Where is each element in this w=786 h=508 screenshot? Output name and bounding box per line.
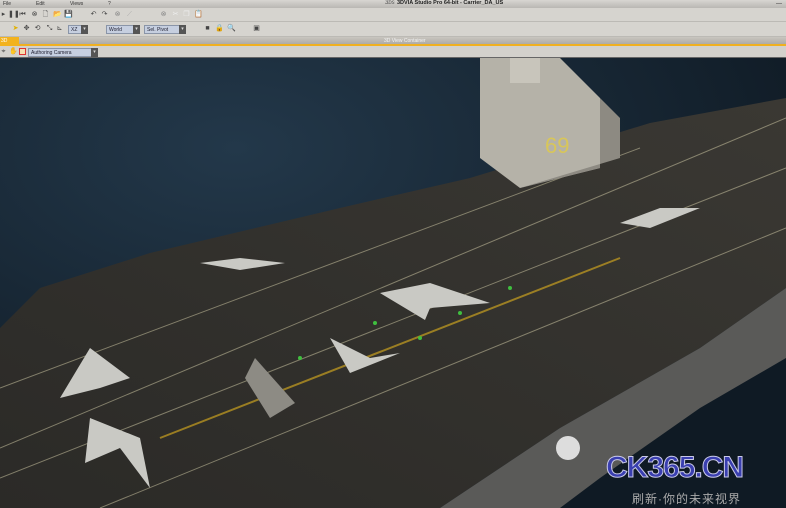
hull-number: 69: [545, 133, 569, 158]
title-bar: File Edit Views ? 3ᴅs 3DVIA Studio Pro 6…: [0, 0, 786, 8]
frame-icon[interactable]: [19, 48, 26, 55]
3d-viewport[interactable]: 69: [0, 58, 786, 508]
transform-icon[interactable]: ⟋: [126, 11, 133, 18]
scale-icon[interactable]: ⤡: [46, 25, 53, 32]
toolbar-main: ▸ ❚❚ ⏮ ⊗ 🗋 📂 💾 ↶ ↷ ⊗ ⟋ ⊗ ✂ ❐ 📋: [0, 8, 786, 22]
chevron-down-icon[interactable]: ▾: [133, 25, 140, 34]
new-file-icon[interactable]: 🗋: [42, 11, 49, 18]
camera-icon[interactable]: ⌖: [0, 48, 7, 55]
watermark-subtitle: 刷新·你的未来视界: [632, 492, 741, 506]
select-icon[interactable]: ➤: [12, 25, 19, 32]
menu-help[interactable]: ?: [108, 1, 111, 7]
move-icon[interactable]: ✥: [23, 25, 30, 32]
tab-3d-view[interactable]: 3D View: [0, 37, 19, 53]
copy-icon[interactable]: ❐: [183, 11, 190, 18]
menu-edit[interactable]: Edit: [36, 1, 45, 7]
navigate-icon[interactable]: ✋: [9, 48, 18, 55]
undo-icon[interactable]: ↶: [90, 11, 97, 18]
cube-icon[interactable]: ■: [204, 25, 211, 32]
cut-icon[interactable]: ✂: [172, 11, 179, 18]
menu-views[interactable]: Views: [70, 1, 83, 7]
toolbar-transform: ➤ ✥ ⟲ ⤡ ⊾ XZ ▾ World ▾ Sel. Pivot ▾ ■ 🔒 🔍 ▣: [0, 22, 786, 37]
pivot-select[interactable]: Sel. Pivot ▾: [144, 25, 186, 34]
camera-select[interactable]: Authoring Camera ▾: [28, 48, 98, 57]
camera-toolbar: ⌖ ✋ Authoring Camera ▾: [0, 46, 786, 58]
open-folder-icon[interactable]: 📂: [53, 11, 62, 18]
stop-icon[interactable]: ⊗: [31, 11, 38, 18]
play-icon[interactable]: ▸: [0, 11, 7, 18]
axis-value: XZ: [71, 27, 78, 33]
minimize-button[interactable]: —: [776, 1, 782, 7]
paste-icon[interactable]: 📋: [194, 11, 203, 18]
grid-icon[interactable]: ▣: [253, 25, 260, 32]
window-title: 3DVIA Studio Pro 64-bit - Carrier_DA_US: [397, 0, 504, 6]
zoom-icon[interactable]: 🔍: [227, 25, 236, 32]
axis-select[interactable]: XZ ▾: [68, 25, 88, 34]
lock-icon[interactable]: 🔒: [215, 25, 224, 32]
chevron-down-icon[interactable]: ▾: [81, 25, 88, 34]
pivot-value: Sel. Pivot: [147, 27, 169, 33]
pause-icon[interactable]: ❚❚: [8, 11, 20, 18]
save-icon[interactable]: 💾: [64, 11, 73, 18]
menu-file[interactable]: File: [3, 1, 11, 7]
radar-dome: [556, 436, 580, 460]
chevron-down-icon[interactable]: ▾: [179, 25, 186, 34]
watermark-logo: CK365.CN: [605, 451, 744, 485]
snap-icon[interactable]: ⊾: [56, 25, 63, 32]
3ds-logo-icon: 3ᴅs: [385, 0, 395, 6]
carrier-scene: 69: [0, 58, 786, 508]
target-icon[interactable]: ⊗: [160, 11, 167, 18]
space-value: World: [109, 27, 122, 33]
rotate-icon[interactable]: ⟲: [34, 25, 41, 32]
tab-bar: 3D View 3D View Container: [0, 37, 786, 53]
reset-icon[interactable]: ⏮: [19, 11, 26, 18]
camera-value: Authoring Camera: [31, 50, 72, 56]
space-select[interactable]: World ▾: [106, 25, 140, 34]
cancel-icon[interactable]: ⊗: [114, 11, 121, 18]
container-title: 3D View Container: [384, 38, 426, 44]
chevron-down-icon[interactable]: ▾: [91, 48, 98, 57]
redo-icon[interactable]: ↷: [101, 11, 108, 18]
